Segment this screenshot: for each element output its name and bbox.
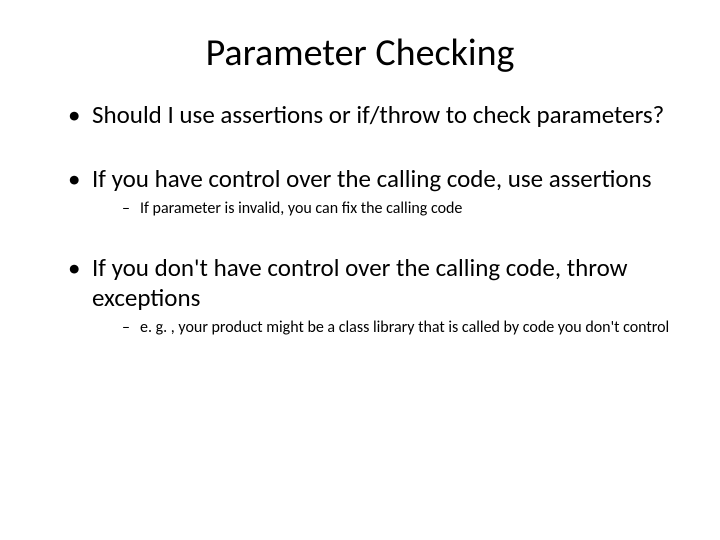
bullet-text: Should I use assertions or if/throw to c…	[92, 99, 664, 130]
bullet-item: If you don't have control over the calli…	[68, 253, 672, 338]
bullet-item: If you have control over the calling cod…	[68, 164, 672, 220]
sub-bullet-list: e. g. , your product might be a class li…	[92, 318, 672, 338]
bullet-text: If you have control over the calling cod…	[92, 163, 651, 194]
sub-bullet-text: e. g. , your product might be a class li…	[140, 318, 669, 337]
sub-bullet-item: If parameter is invalid, you can fix the…	[122, 199, 672, 219]
sub-bullet-item: e. g. , your product might be a class li…	[122, 318, 672, 338]
sub-bullet-text: If parameter is invalid, you can fix the…	[140, 199, 462, 218]
bullet-text: If you don't have control over the calli…	[92, 252, 628, 313]
bullet-list: Should I use assertions or if/throw to c…	[0, 100, 720, 338]
slide-title: Parameter Checking	[0, 30, 720, 76]
sub-bullet-list: If parameter is invalid, you can fix the…	[92, 199, 672, 219]
bullet-item: Should I use assertions or if/throw to c…	[68, 100, 672, 130]
slide: Parameter Checking Should I use assertio…	[0, 0, 720, 540]
